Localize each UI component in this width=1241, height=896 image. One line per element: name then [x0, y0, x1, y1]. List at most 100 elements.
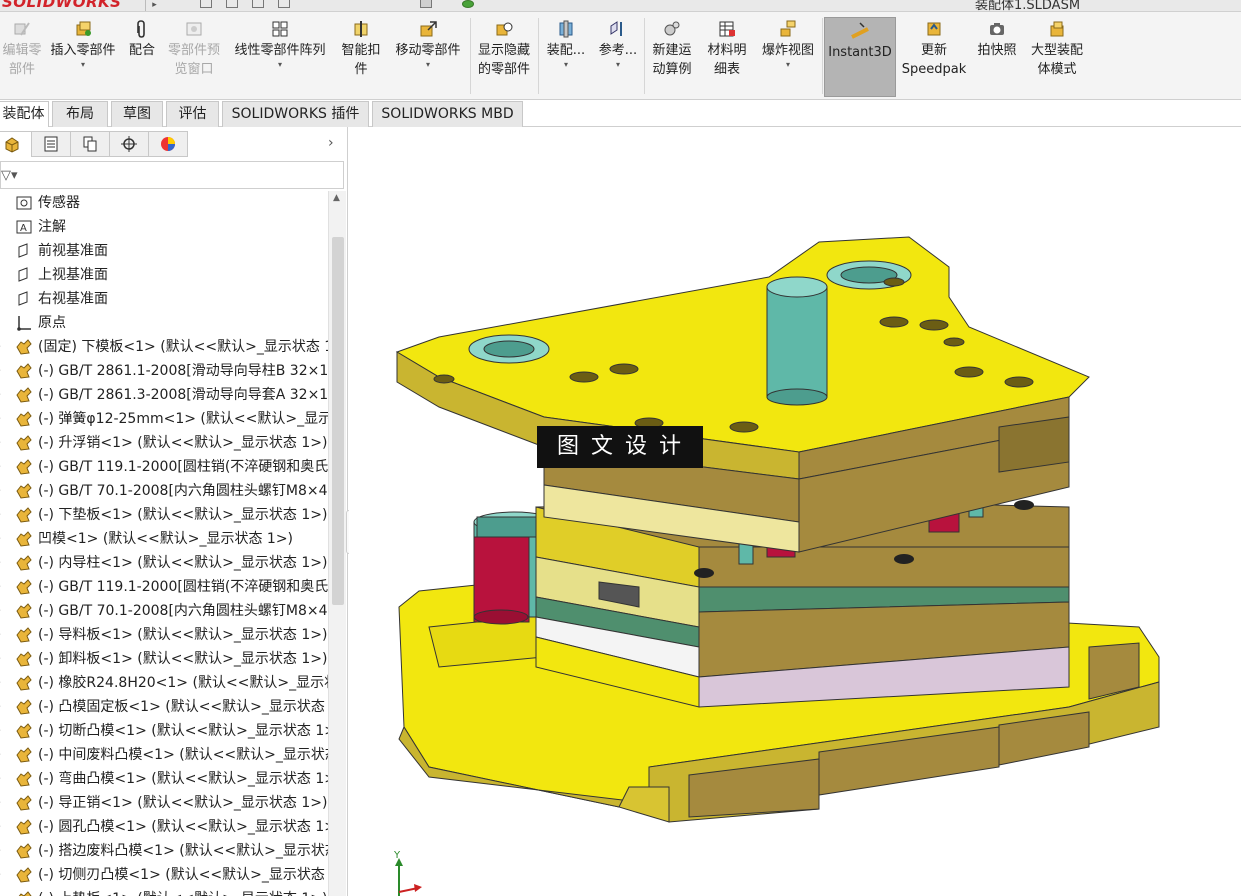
edit-component-button[interactable]: 编辑零 部件 — [0, 16, 44, 98]
chevron-down-icon[interactable]: ▾ — [278, 60, 282, 70]
expand-arrow-icon[interactable]: › — [0, 527, 7, 551]
tree-item[interactable]: › (-) 中间废料凸模<1> (默认<<默认>_显示状态 1>) — [0, 743, 328, 767]
linear-pattern-button[interactable]: 线性零部件阵列 ▾ — [228, 16, 332, 98]
tree-item[interactable]: › 凹模<1> (默认<<默认>_显示状态 1>) — [0, 527, 328, 551]
tree-filter[interactable]: ▽▾ — [0, 161, 344, 189]
tree-item[interactable]: › (-) 升浮销<1> (默认<<默认>_显示状态 1>) — [0, 431, 328, 455]
tree-item[interactable]: 原点 — [0, 311, 328, 335]
new-motion-study-button[interactable]: 新建运 动算例 — [646, 16, 698, 98]
show-hidden-components-button[interactable]: 显示隐藏 的零部件 — [472, 16, 536, 98]
tab-mbd[interactable]: SOLIDWORKS MBD — [372, 101, 523, 127]
filter-icon[interactable]: ▽▾ — [1, 168, 18, 183]
expand-arrow-icon[interactable]: › — [0, 359, 7, 383]
expand-arrow-icon[interactable]: › — [0, 815, 7, 839]
dimxpert-manager-tab[interactable] — [109, 131, 149, 157]
expand-arrow-icon[interactable]: › — [0, 743, 7, 767]
tree-item[interactable]: › (-) 弹簧φ12-25mm<1> (默认<<默认>_显示状态 1>) — [0, 407, 328, 431]
exploded-view-button[interactable]: 爆炸视图 ▾ — [756, 16, 820, 98]
instant3d-toggle[interactable]: Instant3D — [824, 17, 896, 97]
expand-arrow-icon[interactable]: › — [0, 431, 7, 455]
tree-item[interactable]: › (-) GB/T 70.1-2008[内六角圆柱头螺钉M8×40] — [0, 479, 328, 503]
property-manager-tab[interactable] — [31, 131, 71, 157]
chevron-down-icon[interactable]: ▾ — [786, 60, 790, 70]
tab-evaluate[interactable]: 评估 — [166, 101, 219, 127]
expand-arrow-icon[interactable]: › — [0, 407, 7, 431]
chevron-down-icon[interactable]: ▾ — [426, 60, 430, 70]
chevron-down-icon[interactable]: ▾ — [616, 60, 620, 70]
expand-arrow-icon[interactable]: › — [0, 599, 7, 623]
reference-geometry-button[interactable]: 参考... ▾ — [594, 16, 642, 98]
tree-item[interactable]: 传感器 — [0, 191, 328, 215]
tree-item[interactable]: › (-) 弯曲凸模<1> (默认<<默认>_显示状态 1>) — [0, 767, 328, 791]
tree-item[interactable]: › (-) 导料板<1> (默认<<默认>_显示状态 1>) — [0, 623, 328, 647]
assembly-features-button[interactable]: 装配... ▾ — [540, 16, 592, 98]
tree-item[interactable]: › (-) 橡胶R24.8H20<1> (默认<<默认>_显示状态 1>) — [0, 671, 328, 695]
expand-arrow-icon[interactable]: › — [0, 455, 7, 479]
expand-arrow-icon[interactable]: › — [0, 335, 7, 359]
expand-arrow-icon[interactable]: › — [0, 863, 7, 887]
tab-assembly[interactable]: 装配体 — [0, 101, 49, 127]
tree-item[interactable]: › (-) 内导柱<1> (默认<<默认>_显示状态 1>) — [0, 551, 328, 575]
tab-layout[interactable]: 布局 — [52, 101, 108, 127]
tab-sketch[interactable]: 草图 — [111, 101, 163, 127]
tree-item[interactable]: › (-) 切断凸模<1> (默认<<默认>_显示状态 1>) — [0, 719, 328, 743]
tab-addins[interactable]: SOLIDWORKS 插件 — [222, 101, 369, 127]
expand-arrow-icon[interactable]: › — [0, 623, 7, 647]
chevron-down-icon[interactable]: ▾ — [81, 60, 85, 70]
save-icon[interactable] — [252, 0, 264, 8]
expand-arrow-icon[interactable]: › — [0, 479, 7, 503]
tree-item[interactable]: A 注解 — [0, 215, 328, 239]
feature-manager-tab[interactable] — [0, 131, 32, 157]
tree-item[interactable]: › (-) 切侧刃凸模<1> (默认<<默认>_显示状态 1>) — [0, 863, 328, 887]
update-speedpak-button[interactable]: 更新 Speedpak — [900, 16, 968, 98]
expand-arrow-icon[interactable]: › — [0, 719, 7, 743]
tree-item[interactable]: › (-) GB/T 2861.1-2008[滑动导向导柱B 32×150]<1> — [0, 359, 328, 383]
expand-arrow-icon[interactable]: › — [0, 839, 7, 863]
expand-arrow-icon[interactable]: › — [0, 767, 7, 791]
expand-arrow-icon[interactable]: › — [0, 647, 7, 671]
open-document-icon[interactable] — [226, 0, 238, 8]
rebuild-icon[interactable] — [462, 0, 474, 8]
die-assembly-model[interactable] — [349, 127, 1241, 896]
insert-components-button[interactable]: 插入零部件 ▾ — [44, 16, 122, 98]
new-document-icon[interactable] — [200, 0, 212, 8]
display-manager-tab[interactable] — [148, 131, 188, 157]
expand-arrow-icon[interactable]: › — [0, 551, 7, 575]
tree-item[interactable]: › (-) 导正销<1> (默认<<默认>_显示状态 1>) — [0, 791, 328, 815]
component-preview-button[interactable]: 零部件预 览窗口 — [162, 16, 226, 98]
tree-item[interactable]: › (-) 圆孔凸模<1> (默认<<默认>_显示状态 1>) — [0, 815, 328, 839]
configuration-manager-tab[interactable] — [70, 131, 110, 157]
tree-item[interactable]: › (-) GB/T 70.1-2008[内六角圆柱头螺钉M8×40] — [0, 599, 328, 623]
expand-arrow-icon[interactable]: › — [0, 575, 7, 599]
tree-item[interactable]: › (-) GB/T 2861.3-2008[滑动导向导套A 32×100×38]… — [0, 383, 328, 407]
move-component-button[interactable]: 移动零部件 ▾ — [388, 16, 468, 98]
graphics-area[interactable] — [349, 127, 1241, 896]
expand-arrow-icon[interactable]: › — [0, 887, 7, 896]
large-assembly-mode-button[interactable]: 大型装配 体模式 — [1024, 16, 1090, 98]
tree-item[interactable]: 上视基准面 — [0, 263, 328, 287]
chevron-right-icon[interactable]: › — [328, 135, 334, 151]
chevron-down-icon[interactable]: ▾ — [564, 60, 568, 70]
tree-item[interactable]: › (固定) 下模板<1> (默认<<默认>_显示状态 1>) — [0, 335, 328, 359]
tree-scrollbar[interactable]: ▲ — [328, 191, 346, 896]
tree-item[interactable]: › (-) 下垫板<1> (默认<<默认>_显示状态 1>) — [0, 503, 328, 527]
expand-arrow-icon[interactable]: › — [0, 695, 7, 719]
tree-item[interactable]: 前视基准面 — [0, 239, 328, 263]
tree-item[interactable]: 右视基准面 — [0, 287, 328, 311]
expand-arrow-icon[interactable]: › — [0, 791, 7, 815]
expand-arrow-icon[interactable]: › — [0, 671, 7, 695]
scroll-up-arrow[interactable]: ▲ — [333, 193, 340, 203]
tree-item[interactable]: › (-) 上垫板<1> (默认<<默认>_显示状态 1>) — [0, 887, 328, 896]
smart-fasteners-button[interactable]: 智能扣 件 — [336, 16, 386, 98]
tree-item[interactable]: › (-) GB/T 119.1-2000[圆柱销(不淬硬钢和奥氏体不锈钢)] — [0, 455, 328, 479]
select-icon[interactable] — [420, 0, 432, 8]
expand-arrow-icon[interactable]: › — [0, 503, 7, 527]
tree-item[interactable]: › (-) GB/T 119.1-2000[圆柱销(不淬硬钢和奥氏体不锈钢)] — [0, 575, 328, 599]
tree-item[interactable]: › (-) 卸料板<1> (默认<<默认>_显示状态 1>) — [0, 647, 328, 671]
tree-item[interactable]: › (-) 凸模固定板<1> (默认<<默认>_显示状态 1>) — [0, 695, 328, 719]
print-icon[interactable] — [278, 0, 290, 8]
menu-expand-arrow[interactable]: ▸ — [145, 0, 163, 11]
scrollbar-thumb[interactable] — [332, 237, 344, 605]
bill-of-materials-button[interactable]: 材料明 细表 — [700, 16, 754, 98]
take-snapshot-button[interactable]: 拍快照 — [970, 16, 1024, 98]
